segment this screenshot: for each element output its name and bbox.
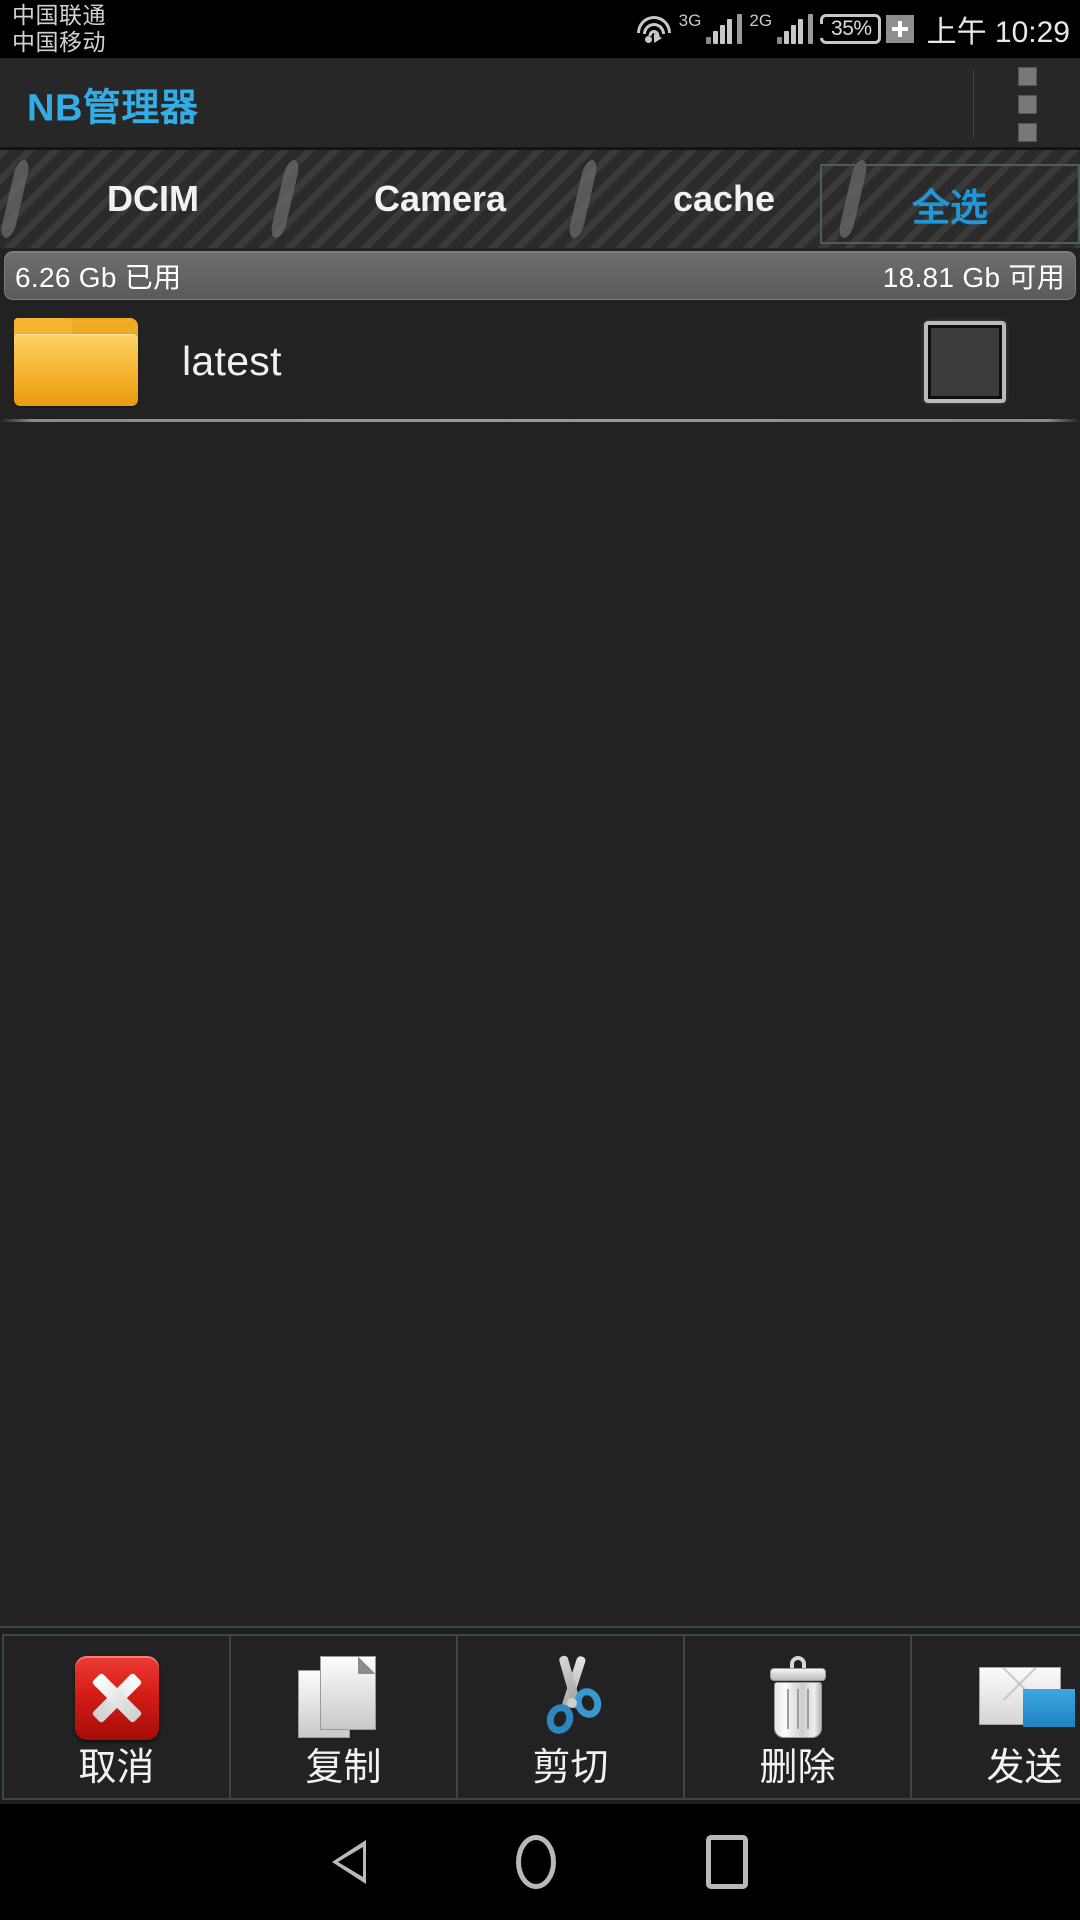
row-checkbox[interactable] [924,320,1006,403]
sim1-network-label: 3G [678,11,702,30]
cut-button[interactable]: 剪切 [456,1634,685,1800]
app-bar: NB管理器 [0,58,1080,150]
list-item[interactable]: latest [0,304,1080,422]
breadcrumb: DCIM Camera cache 全选 [0,150,1080,248]
breadcrumb-label: Camera [373,178,507,219]
delete-label: 删除 [759,1747,836,1789]
copy-button[interactable]: 复制 [229,1634,458,1800]
recents-icon[interactable] [706,1835,748,1889]
carrier-1: 中国联通 [12,2,106,28]
signal-sim2: 2G [749,11,814,44]
breadcrumb-chevron-icon [560,150,618,248]
copy-icon [297,1650,390,1746]
file-list: latest [0,304,1080,422]
carrier-labels: 中国联通 中国移动 [12,2,106,56]
cancel-button[interactable]: 取消 [2,1634,231,1800]
storage-available: 18.81 Gb 可用 [882,261,1065,293]
breadcrumb-label: cache [672,178,776,219]
delete-button[interactable]: 删除 [683,1634,912,1800]
breadcrumb-chevron-icon [0,150,44,248]
plus-icon [885,15,914,43]
more-vertical-icon[interactable] [974,58,1080,150]
envelope-icon [978,1650,1075,1746]
copy-label: 复制 [305,1747,382,1789]
page-title: NB管理器 [27,87,199,129]
phone-screen: 中国联通 中国移动 3G 2G 35% 上午 10:29 NB管理器 DCIM … [0,0,1080,1920]
scissors-icon [525,1650,617,1746]
battery-icon: 35% [820,14,881,44]
wifi-icon [636,14,672,44]
home-icon[interactable] [516,1835,556,1889]
trash-icon [752,1650,844,1746]
breadcrumb-label: DCIM [107,178,199,219]
carrier-2: 中国移动 [12,29,106,55]
breadcrumb-item-camera[interactable]: Camera [320,150,560,248]
cut-label: 剪切 [532,1747,609,1789]
status-icons: 3G 2G 35% 上午 10:29 [636,0,1070,58]
cancel-icon [74,1650,159,1746]
storage-bar: 6.26 Gb 已用 18.81 Gb 可用 [0,248,1080,304]
file-name: latest [182,338,282,384]
storage-used: 6.26 Gb 已用 [15,261,182,293]
folder-icon [14,317,138,406]
battery-percent: 35% [831,17,872,40]
sim2-network-label: 2G [749,11,773,30]
send-button[interactable]: 发送 [910,1634,1080,1800]
list-divider [0,419,1080,422]
back-icon[interactable] [332,1840,366,1884]
send-label: 发送 [986,1747,1063,1789]
cancel-label: 取消 [78,1747,155,1789]
select-all-label: 全选 [911,187,988,230]
select-all-button[interactable]: 全选 [820,164,1080,244]
breadcrumb-chevron-icon [262,150,320,248]
nav-bar [0,1804,1080,1920]
clock: 上午 10:29 [926,16,1070,49]
breadcrumb-item-dcim[interactable]: DCIM [44,150,262,248]
breadcrumb-item-cache[interactable]: cache [618,150,830,248]
action-bar: 取消 复制 剪切 删除 发送 [0,1626,1080,1804]
signal-sim1: 3G [678,11,743,44]
status-bar: 中国联通 中国移动 3G 2G 35% 上午 10:29 [0,0,1080,58]
